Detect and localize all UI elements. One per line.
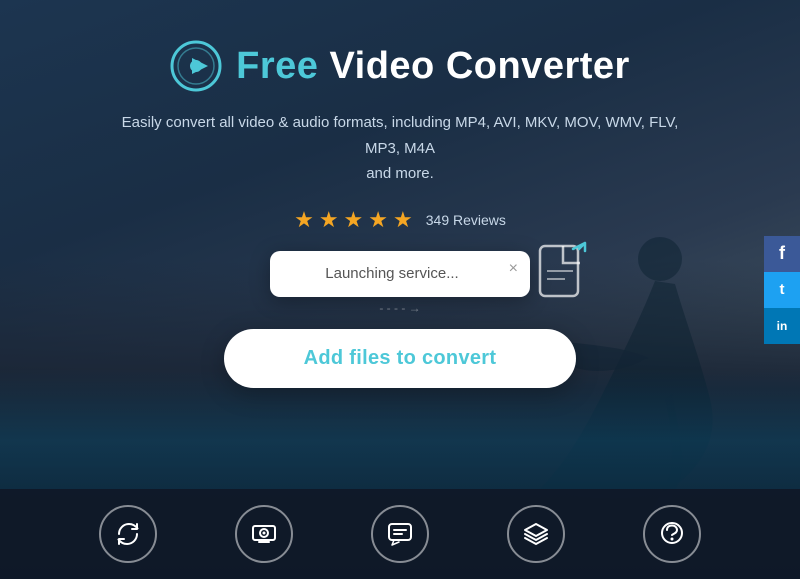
layers-icon [522, 520, 550, 548]
screen-recorder-icon [250, 520, 278, 548]
app-logo-icon [170, 40, 222, 92]
toast-message: Launching service... [325, 265, 458, 282]
star-1: ★ [294, 207, 314, 233]
main-content: Free Video Converter Easily convert all … [0, 0, 800, 388]
star-3: ★ [344, 207, 364, 233]
bottom-toolbar [0, 489, 800, 579]
toast-container: Launching service... × - - - - → [270, 251, 530, 315]
star-5: ★ [393, 207, 413, 233]
star-2: ★ [319, 207, 339, 233]
launching-toast: Launching service... × [270, 251, 530, 297]
title-free: Free [236, 45, 329, 87]
twitter-icon: t [780, 281, 785, 298]
facebook-icon: f [779, 243, 785, 264]
support-button[interactable] [643, 505, 701, 563]
title-row: Free Video Converter [170, 40, 630, 92]
convert-icon [114, 520, 142, 548]
linkedin-icon: in [777, 319, 788, 333]
support-icon [658, 520, 686, 548]
screen-recorder-button[interactable] [235, 505, 293, 563]
layers-button[interactable] [507, 505, 565, 563]
add-files-button[interactable]: Add files to convert [224, 329, 577, 388]
twitter-button[interactable]: t [764, 272, 800, 308]
dashed-arrow: - - - - → [270, 301, 530, 315]
messages-icon [386, 520, 414, 548]
facebook-button[interactable]: f [764, 236, 800, 272]
toast-close-button[interactable]: × [509, 261, 518, 277]
convert-tool-button[interactable] [99, 505, 157, 563]
reviews-count: 349 Reviews [426, 212, 506, 228]
messages-button[interactable] [371, 505, 429, 563]
app-title: Free Video Converter [236, 45, 630, 88]
subtitle-text: Easily convert all video & audio formats… [110, 110, 690, 187]
ratings-row: ★ ★ ★ ★ ★ 349 Reviews [294, 207, 506, 233]
star-4: ★ [368, 207, 388, 233]
title-main: Video Converter [329, 45, 629, 87]
linkedin-button[interactable]: in [764, 308, 800, 344]
file-icon-float [535, 241, 590, 311]
social-sidebar: f t in [764, 236, 800, 344]
